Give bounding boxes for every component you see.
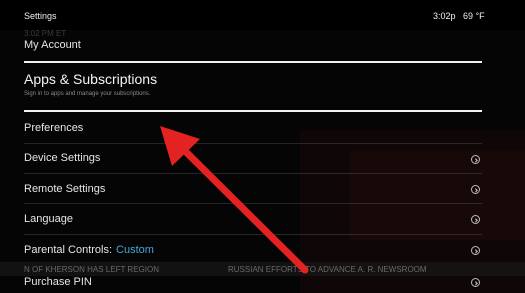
apps-subscriptions-subtitle: Sign in to apps and manage your subscrip… bbox=[24, 91, 151, 97]
weather-temp: 69 °F bbox=[463, 11, 485, 21]
row-divider bbox=[24, 143, 482, 144]
bg-headline: N OF KHERSON HAS LEFT REGION bbox=[24, 265, 159, 274]
menu-item-label: Remote Settings bbox=[24, 183, 106, 195]
menu-item-label: Purchase PIN bbox=[24, 276, 92, 288]
chevron-right-icon[interactable] bbox=[471, 215, 480, 224]
bg-time-text: 3:02 PM ET bbox=[24, 29, 66, 38]
row-divider bbox=[24, 234, 482, 235]
menu-item-preferences[interactable]: Preferences bbox=[24, 122, 83, 134]
chevron-right-icon[interactable] bbox=[471, 185, 480, 194]
chevron-right-icon[interactable] bbox=[471, 246, 480, 255]
menu-item-parental-controls[interactable]: Parental Controls: Custom bbox=[24, 244, 154, 256]
chevron-right-icon[interactable] bbox=[471, 155, 480, 164]
page-title: Settings bbox=[24, 11, 57, 21]
menu-item-device-settings[interactable]: Device Settings bbox=[24, 152, 100, 164]
row-divider bbox=[24, 203, 482, 204]
arrow-shaft bbox=[174, 140, 309, 274]
chevron-right-icon[interactable] bbox=[471, 278, 480, 287]
menu-item-label: My Account bbox=[24, 39, 81, 51]
section-divider-top bbox=[24, 61, 482, 63]
menu-item-purchase-pin[interactable]: Purchase PIN bbox=[24, 276, 92, 288]
menu-item-label: Device Settings bbox=[24, 152, 101, 164]
menu-item-my-account[interactable]: My Account bbox=[24, 39, 81, 51]
apps-subscriptions-title: Apps & Subscriptions bbox=[24, 71, 158, 87]
section-divider-bottom bbox=[24, 110, 482, 112]
menu-item-language[interactable]: Language bbox=[24, 213, 73, 225]
bg-ticker: RUSSIAN EFFORTS TO ADVANCE A. R. NEWSROO… bbox=[228, 265, 427, 274]
clock: 3:02p bbox=[433, 11, 456, 21]
menu-item-label: Language bbox=[24, 213, 73, 225]
arrow-head-icon bbox=[160, 126, 200, 166]
parental-controls-label: Parental Controls: bbox=[24, 244, 113, 256]
menu-item-remote-settings[interactable]: Remote Settings bbox=[24, 183, 105, 195]
settings-screen: 3:02 PM ET N OF KHERSON HAS LEFT REGION … bbox=[0, 0, 525, 293]
top-bar: Settings 3:02p 69 °F bbox=[0, 0, 525, 30]
menu-item-label: Preferences bbox=[24, 122, 84, 134]
parental-controls-value: Custom bbox=[116, 244, 154, 256]
row-divider bbox=[24, 173, 482, 174]
